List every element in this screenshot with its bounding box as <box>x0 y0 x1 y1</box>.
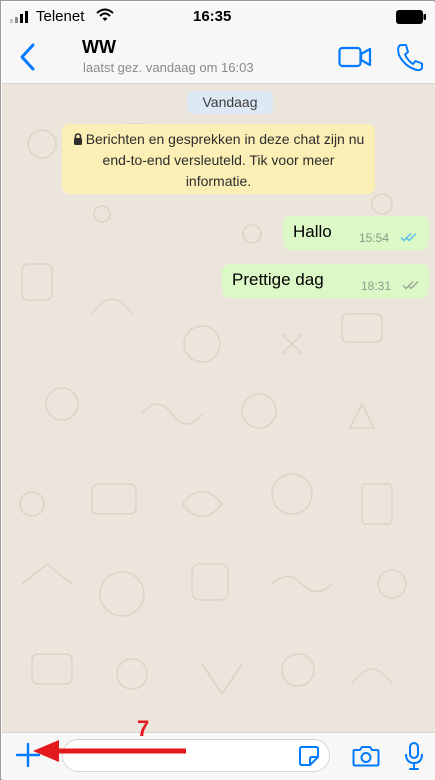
annotation-arrow-icon <box>33 740 186 762</box>
message-text: Prettige dag <box>232 270 324 289</box>
chat-header: WW laatst gez. vandaag om 16:03 <box>2 30 435 84</box>
date-chip: Vandaag <box>187 91 273 114</box>
outgoing-message[interactable]: Hallo 15:54 <box>283 216 429 250</box>
wifi-icon <box>96 8 114 21</box>
encryption-notice-text: Berichten en gesprekken in deze chat zij… <box>85 131 365 189</box>
battery-icon <box>396 10 426 24</box>
signal-icon <box>10 11 28 23</box>
screenshot-frame: Telenet 16:35 WW laatst gez. vandaag om … <box>0 0 435 780</box>
delivered-ticks-icon <box>402 281 419 290</box>
status-clock: 16:35 <box>193 8 232 25</box>
message-time: 18:31 <box>361 279 392 293</box>
microphone-icon[interactable] <box>404 741 424 771</box>
message-time: 15:54 <box>359 231 390 245</box>
status-bar: Telenet 16:35 <box>2 2 435 30</box>
carrier-name: Telenet <box>36 8 85 25</box>
read-ticks-icon <box>400 233 417 242</box>
chat-area[interactable]: Vandaag Berichten en gesprekken in deze … <box>2 84 435 732</box>
encryption-notice[interactable]: Berichten en gesprekken in deze chat zij… <box>62 124 375 194</box>
video-call-icon[interactable] <box>338 44 372 70</box>
message-text: Hallo <box>293 222 332 241</box>
sticker-icon[interactable] <box>298 745 320 767</box>
phone-icon[interactable] <box>395 42 423 72</box>
last-seen-status[interactable]: laatst gez. vandaag om 16:03 <box>83 60 254 75</box>
lock-icon <box>73 133 82 145</box>
contact-name[interactable]: WW <box>82 37 116 58</box>
camera-icon[interactable] <box>352 744 380 768</box>
outgoing-message[interactable]: Prettige dag 18:31 <box>222 264 429 298</box>
back-icon[interactable] <box>16 40 40 74</box>
